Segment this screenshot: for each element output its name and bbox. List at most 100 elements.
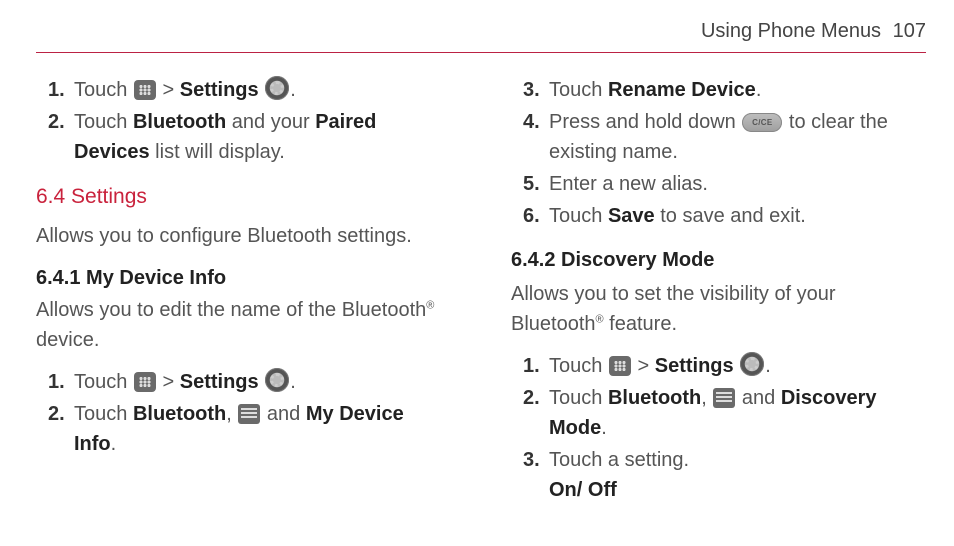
text: .	[601, 417, 607, 439]
device-info-steps: 1. Touch > Settings . 2. Touch Bluetooth…	[36, 367, 451, 459]
text: ,	[226, 403, 237, 425]
text: >	[632, 355, 655, 377]
settings-label: Settings	[655, 355, 734, 377]
list-icon	[713, 388, 735, 408]
step-number: 1.	[523, 351, 549, 381]
page-number: 107	[893, 20, 926, 42]
content-columns: 1. Touch > Settings . 2. Touch Bluetooth…	[36, 75, 926, 519]
step: 5. Enter a new alias.	[511, 169, 926, 199]
step-text: Touch > Settings .	[549, 351, 926, 381]
save-label: Save	[608, 205, 655, 227]
text: Press and hold down	[549, 111, 741, 133]
page-header: Using Phone Menus 107	[36, 16, 926, 53]
text: .	[765, 355, 771, 377]
list-icon	[238, 404, 260, 424]
step-number: 1.	[48, 75, 74, 105]
text	[259, 79, 265, 101]
step-number: 3.	[523, 445, 549, 475]
discovery-steps: 1. Touch > Settings . 2. Touch Bluetooth…	[511, 351, 926, 505]
text: Touch	[549, 79, 608, 101]
text: device.	[36, 329, 99, 351]
text: Touch a setting.	[549, 449, 689, 471]
text	[734, 355, 740, 377]
step-number: 5.	[523, 169, 549, 199]
text: .	[111, 433, 117, 455]
step-number: 3.	[523, 75, 549, 105]
text: >	[157, 79, 180, 101]
step: 3. Touch Rename Device.	[511, 75, 926, 105]
step-number: 2.	[523, 383, 549, 413]
registered-mark: ®	[426, 299, 434, 311]
step-number: 2.	[48, 107, 74, 137]
header-section: Using Phone Menus	[701, 20, 881, 42]
left-column: 1. Touch > Settings . 2. Touch Bluetooth…	[36, 75, 451, 519]
step-text: Touch Save to save and exit.	[549, 201, 926, 231]
step-text: Touch > Settings .	[74, 75, 451, 105]
step-number: 1.	[48, 367, 74, 397]
step-text: Touch Bluetooth, and My Device Info.	[74, 399, 451, 459]
step-number: 6.	[523, 201, 549, 231]
text: list will display.	[150, 141, 285, 163]
step: 6. Touch Save to save and exit.	[511, 201, 926, 231]
settings-label: Settings	[180, 371, 259, 393]
step: 3. Touch a setting. On/ Off	[511, 445, 926, 505]
step: 1. Touch > Settings .	[511, 351, 926, 381]
text: .	[756, 79, 762, 101]
step-text: Touch a setting. On/ Off	[549, 445, 926, 505]
subsection-title-device-info: 6.4.1 My Device Info	[36, 263, 451, 293]
text: Touch	[74, 403, 133, 425]
right-column: 3. Touch Rename Device. 4. Press and hol…	[511, 75, 926, 519]
step: 2. Touch Bluetooth and your Paired Devic…	[36, 107, 451, 167]
text: Touch	[74, 371, 133, 393]
text: Touch	[549, 387, 608, 409]
text: .	[290, 79, 296, 101]
text: feature.	[604, 313, 677, 335]
text: Touch	[74, 79, 133, 101]
step: 1. Touch > Settings .	[36, 75, 451, 105]
apps-grid-icon	[134, 80, 156, 100]
gear-icon	[265, 76, 289, 100]
clear-key-icon	[742, 113, 782, 132]
settings-label: Settings	[180, 79, 259, 101]
subsection-title-discovery: 6.4.2 Discovery Mode	[511, 245, 926, 275]
apps-grid-icon	[609, 356, 631, 376]
text: and your	[226, 111, 315, 133]
step: 1. Touch > Settings .	[36, 367, 451, 397]
step-text: Enter a new alias.	[549, 169, 926, 199]
step: 2. Touch Bluetooth, and My Device Info.	[36, 399, 451, 459]
text: ,	[701, 387, 712, 409]
text: Touch	[74, 111, 133, 133]
step-text: Touch > Settings .	[74, 367, 451, 397]
step-text: Touch Rename Device.	[549, 75, 926, 105]
section-title-settings: 6.4 Settings	[36, 181, 451, 213]
step: 2. Touch Bluetooth, and Discovery Mode.	[511, 383, 926, 443]
section-description: Allows you to configure Bluetooth settin…	[36, 221, 451, 251]
text: Allows you to edit the name of the Bluet…	[36, 299, 426, 321]
subsection-description: Allows you to edit the name of the Bluet…	[36, 295, 451, 355]
gear-icon	[740, 352, 764, 376]
text	[259, 371, 265, 393]
step-text: Touch Bluetooth, and Discovery Mode.	[549, 383, 926, 443]
intro-steps: 1. Touch > Settings . 2. Touch Bluetooth…	[36, 75, 451, 167]
on-off-label: On/ Off	[549, 479, 617, 501]
rename-steps: 3. Touch Rename Device. 4. Press and hol…	[511, 75, 926, 231]
step-text: Press and hold down to clear the existin…	[549, 107, 926, 167]
bluetooth-label: Bluetooth	[608, 387, 701, 409]
step-number: 4.	[523, 107, 549, 137]
gear-icon	[265, 368, 289, 392]
apps-grid-icon	[134, 372, 156, 392]
text: to save and exit.	[655, 205, 806, 227]
subsection-description: Allows you to set the visibility of your…	[511, 279, 926, 339]
text: and	[261, 403, 305, 425]
text: Touch	[549, 355, 608, 377]
bluetooth-label: Bluetooth	[133, 111, 226, 133]
bluetooth-label: Bluetooth	[133, 403, 226, 425]
rename-device-label: Rename Device	[608, 79, 756, 101]
text: Touch	[549, 205, 608, 227]
registered-mark: ®	[596, 313, 604, 325]
text: >	[157, 371, 180, 393]
step: 4. Press and hold down to clear the exis…	[511, 107, 926, 167]
text: .	[290, 371, 296, 393]
text: and	[736, 387, 780, 409]
step-number: 2.	[48, 399, 74, 429]
